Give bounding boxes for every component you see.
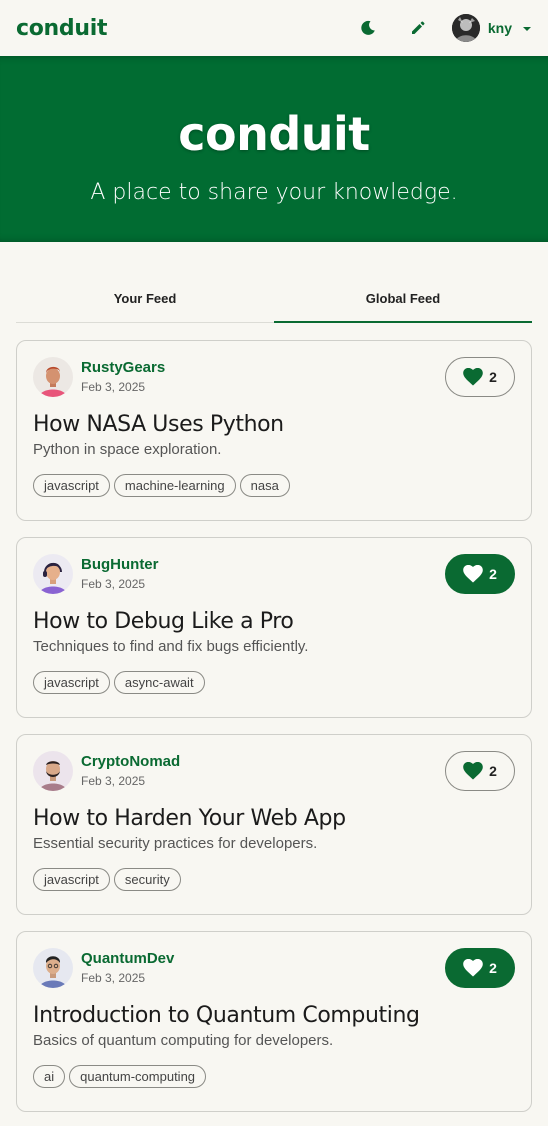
article-feed: RustyGears Feb 3, 2025 2 How NASA Uses P… (0, 323, 548, 1112)
tab-global-feed[interactable]: Global Feed (274, 286, 532, 323)
feed-tabs: Your Feed Global Feed (16, 286, 532, 323)
tag[interactable]: javascript (33, 868, 110, 891)
brand-logo[interactable]: conduit (16, 16, 107, 41)
heart-icon (463, 368, 483, 386)
author-name[interactable]: QuantumDev (81, 950, 174, 968)
hero-banner: conduit A place to share your knowledge. (0, 56, 548, 242)
favorite-button[interactable]: 2 (445, 751, 515, 791)
article-description: Basics of quantum computing for develope… (33, 1032, 334, 1049)
article-description: Python in space exploration. (33, 441, 222, 458)
heart-icon (463, 762, 483, 780)
article-title[interactable]: How to Debug Like a Pro (33, 608, 515, 636)
user-avatar (451, 14, 480, 42)
tag[interactable]: ai (33, 1065, 66, 1088)
tag[interactable]: machine-learning (113, 474, 236, 497)
article-title[interactable]: How to Harden Your Web App (33, 805, 515, 833)
author-name[interactable]: BugHunter (81, 556, 159, 574)
article-card: QuantumDev Feb 3, 2025 2 Introduction to… (16, 931, 532, 1112)
article-title[interactable]: Introduction to Quantum Computing (33, 1002, 515, 1030)
article-description: Techniques to find and fix bugs efficien… (33, 638, 309, 655)
author-name[interactable]: RustyGears (81, 359, 165, 377)
favorite-count: 2 (489, 566, 497, 582)
favorite-button[interactable]: 2 (445, 948, 515, 988)
tag[interactable]: quantum-computing (69, 1065, 207, 1088)
pencil-icon[interactable] (406, 16, 430, 40)
tag[interactable]: async-await (113, 671, 205, 694)
article-date: Feb 3, 2025 (81, 970, 146, 985)
tag-list: javascript async-await (33, 671, 515, 694)
moon-icon[interactable] (356, 16, 380, 40)
nav-actions: kny (356, 0, 532, 56)
article-title[interactable]: How NASA Uses Python (33, 411, 515, 439)
article-card: CryptoNomad Feb 3, 2025 2 How to Harden … (16, 734, 532, 915)
favorite-count: 2 (489, 960, 497, 976)
article-date: Feb 3, 2025 (81, 576, 146, 591)
author-avatar[interactable] (33, 357, 73, 397)
tag[interactable]: javascript (33, 671, 110, 694)
banner-subtitle: A place to share your knowledge. (90, 180, 458, 205)
username: kny (487, 20, 512, 36)
user-menu[interactable]: kny (451, 14, 532, 42)
tag-list: javascript machine-learning nasa (33, 474, 515, 497)
author-avatar[interactable] (33, 751, 73, 791)
tag[interactable]: javascript (33, 474, 110, 497)
heart-icon (463, 959, 483, 977)
navbar: conduit kny (0, 0, 548, 56)
article-date: Feb 3, 2025 (81, 379, 146, 394)
author-avatar[interactable] (33, 948, 73, 988)
article-card: RustyGears Feb 3, 2025 2 How NASA Uses P… (16, 340, 532, 521)
tag[interactable]: nasa (239, 474, 290, 497)
favorite-button[interactable]: 2 (445, 357, 515, 397)
tag-list: javascript security (33, 868, 515, 891)
heart-icon (463, 565, 483, 583)
tag-list: ai quantum-computing (33, 1065, 515, 1088)
favorite-count: 2 (489, 763, 497, 779)
tag[interactable]: security (113, 868, 181, 891)
author-name[interactable]: CryptoNomad (81, 753, 180, 771)
favorite-button[interactable]: 2 (445, 554, 515, 594)
article-card: BugHunter Feb 3, 2025 2 How to Debug Lik… (16, 537, 532, 718)
banner-title: conduit (178, 107, 370, 161)
author-avatar[interactable] (33, 554, 73, 594)
caret-down-icon (522, 19, 532, 37)
article-description: Essential security practices for develop… (33, 835, 318, 852)
tab-your-feed[interactable]: Your Feed (16, 286, 274, 322)
favorite-count: 2 (489, 369, 497, 385)
article-date: Feb 3, 2025 (81, 773, 146, 788)
